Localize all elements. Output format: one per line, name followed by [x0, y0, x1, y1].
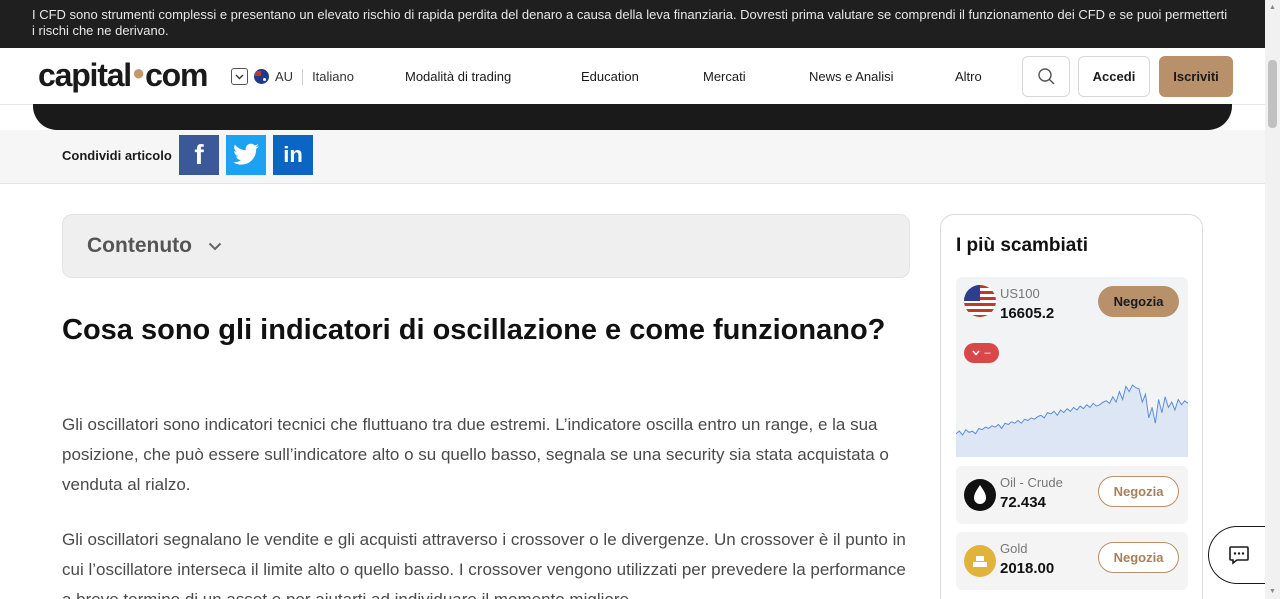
asset-card-us100[interactable]: US100 16605.2 Negozia –	[956, 277, 1188, 457]
us-flag-icon	[964, 285, 996, 317]
chat-bubble-icon	[1228, 546, 1249, 565]
australia-flag-icon	[254, 69, 269, 84]
hero-bottom-edge	[33, 104, 1232, 130]
change-badge: –	[964, 343, 999, 363]
nav-item-more[interactable]: Altro	[955, 69, 982, 84]
chevron-down-icon	[972, 350, 981, 356]
linkedin-share-button[interactable]: in	[273, 135, 313, 175]
search-icon	[1037, 68, 1054, 85]
most-traded-title: I più scambiati	[956, 235, 1088, 256]
twitter-icon	[233, 143, 259, 165]
chevron-down-icon	[208, 239, 222, 253]
risk-warning-banner: I CFD sono strumenti complessi e present…	[0, 0, 1265, 48]
search-button[interactable]	[1022, 56, 1070, 97]
nav-item-news-analysis[interactable]: News e Analisi	[809, 69, 894, 84]
chevron-down-icon	[231, 68, 248, 85]
twitter-share-button[interactable]	[226, 135, 266, 175]
language-selector[interactable]: AU Italiano	[231, 68, 354, 85]
share-label: Condividi articolo	[62, 148, 172, 163]
scroll-up-arrow[interactable]: ▲	[1269, 4, 1276, 11]
facebook-share-button[interactable]: f	[179, 135, 219, 175]
article-heading: Cosa sono gli indicatori di oscillazione…	[62, 314, 886, 346]
trade-button[interactable]: Negozia	[1098, 542, 1179, 573]
asset-card-oil[interactable]: Oil - Crude 72.434 Negozia	[956, 466, 1188, 524]
page: I CFD sono strumenti complessi e present…	[0, 0, 1280, 599]
price-sparkline	[956, 384, 1188, 457]
logo-dot: ●	[131, 60, 145, 85]
page-scrollbar[interactable]: ▲ ▼	[1265, 0, 1280, 599]
asset-card-gold[interactable]: Gold 2018.00 Negozia	[956, 532, 1188, 590]
site-header: capital●com AU Italiano Modalità di trad…	[0, 48, 1265, 105]
scroll-down-arrow[interactable]: ▼	[1269, 588, 1276, 595]
chat-button[interactable]	[1208, 526, 1268, 584]
signup-button[interactable]: Iscriviti	[1159, 56, 1233, 97]
asset-name: Gold	[1000, 541, 1028, 556]
change-value: –	[984, 347, 991, 359]
capital-com-logo[interactable]: capital●com	[38, 57, 208, 94]
asset-price: 16605.2	[1000, 305, 1055, 322]
risk-warning-text: I CFD sono strumenti complessi e present…	[32, 7, 1228, 38]
nav-item-trading-modes[interactable]: Modalità di trading	[405, 69, 511, 84]
trade-button[interactable]: Negozia	[1098, 286, 1179, 317]
most-traded-widget: I più scambiati US100 16605.2 Negozia –	[940, 214, 1203, 599]
language-label: Italiano	[312, 69, 354, 84]
gold-bars-icon	[964, 545, 996, 577]
logo-text-right: com	[145, 57, 208, 93]
nav-item-education[interactable]: Education	[581, 69, 639, 84]
table-of-contents-toggle[interactable]: Contenuto	[62, 214, 910, 278]
asset-price: 72.434	[1000, 494, 1046, 511]
article-paragraph: Gli oscillatori sono indicatori tecnici …	[62, 415, 889, 494]
article-paragraph: Gli oscillatori segnalano le vendite e g…	[62, 530, 906, 599]
share-strip: Condividi articolo f in	[0, 130, 1265, 184]
trade-button[interactable]: Negozia	[1098, 476, 1179, 507]
asset-name: US100	[1000, 286, 1040, 301]
facebook-icon: f	[194, 139, 204, 170]
oil-drop-icon	[964, 479, 996, 511]
nav-item-markets[interactable]: Mercati	[703, 69, 746, 84]
linkedin-icon: in	[283, 142, 303, 167]
divider	[302, 68, 304, 85]
login-button[interactable]: Accedi	[1078, 56, 1150, 97]
region-code: AU	[275, 69, 294, 84]
toc-title: Contenuto	[87, 234, 192, 257]
asset-price: 2018.00	[1000, 560, 1055, 577]
scrollbar-thumb[interactable]	[1268, 60, 1277, 128]
logo-text-left: capital	[38, 57, 132, 93]
asset-name: Oil - Crude	[1000, 475, 1063, 490]
